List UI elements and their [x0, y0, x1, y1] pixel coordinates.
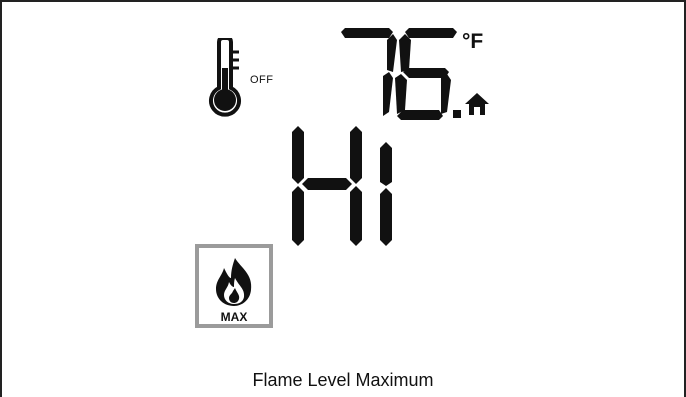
mode-readout: Hi [292, 126, 392, 246]
flame-icon [216, 258, 252, 306]
temperature-readout: 76 [341, 28, 461, 120]
flame-level-label: MAX [220, 310, 248, 324]
lcd-display: OFF 76 °F Hi [0, 0, 686, 397]
thermometer-icon [209, 38, 241, 117]
home-icon [465, 93, 489, 115]
display-caption: Flame Level Maximum [252, 370, 434, 390]
flame-max-badge: MAX [195, 244, 273, 328]
thermostat-status: OFF [250, 74, 274, 86]
temperature-unit: °F [462, 30, 484, 53]
